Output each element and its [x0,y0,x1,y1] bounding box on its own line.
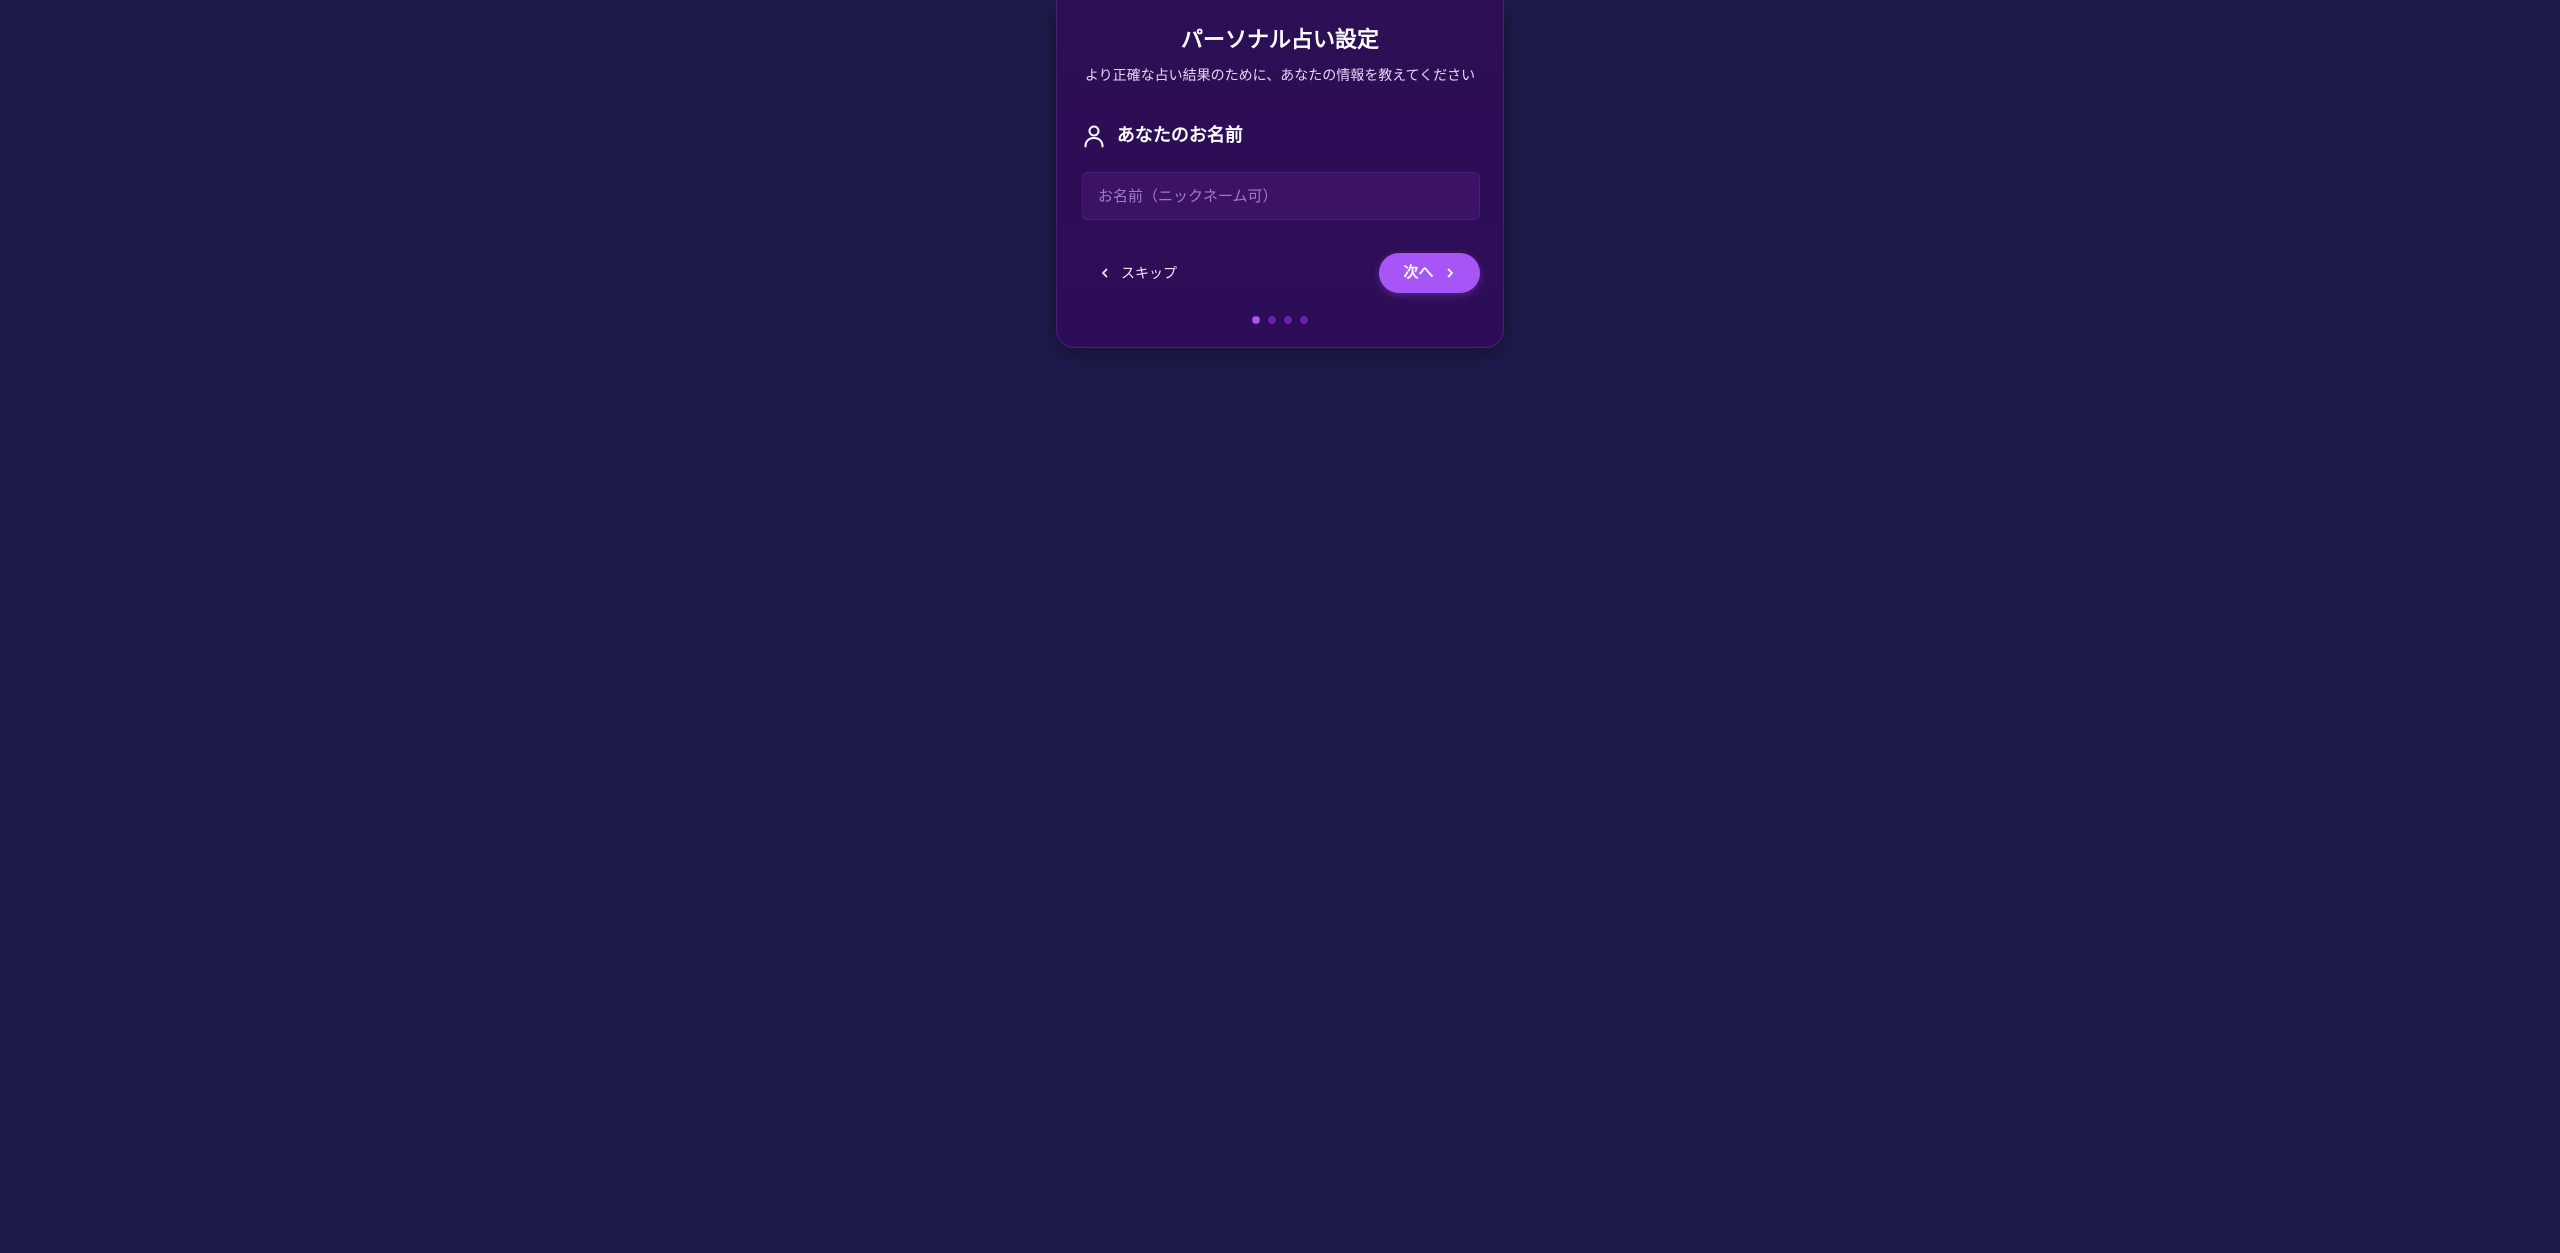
skip-button[interactable]: スキップ [1093,258,1183,288]
name-section-header: あなたのお名前 [1083,122,1243,150]
page-title: パーソナル占い設定 [1180,28,1379,53]
section-label: あなたのお名前 [1117,125,1243,146]
user-icon [1084,125,1104,148]
skip-label: スキップ [1121,265,1177,281]
next-button[interactable]: 次へ [1379,253,1480,293]
page-subtitle: より正確な占い結果のために、あなたの情報を教えてください [1084,68,1476,84]
step-indicator [1057,316,1503,324]
step-dot-4 [1300,316,1308,324]
chevron-left-icon [1102,268,1108,278]
chevron-right-icon [1447,268,1453,278]
settings-card: パーソナル占い設定 より正確な占い結果のために、あなたの情報を教えてください あ… [1056,0,1504,348]
step-dot-2 [1268,316,1276,324]
step-dot-3 [1284,316,1292,324]
name-input[interactable] [1082,172,1480,220]
next-label: 次へ [1403,264,1434,281]
step-dot-1 [1252,316,1260,324]
